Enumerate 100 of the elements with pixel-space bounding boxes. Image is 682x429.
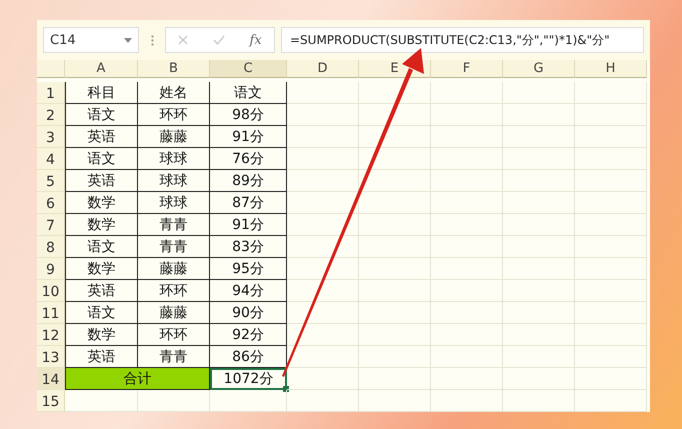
- empty-cell: [575, 192, 647, 214]
- empty-cell: [431, 346, 503, 368]
- row-header[interactable]: 12: [37, 324, 65, 346]
- table-cell: 数学: [65, 324, 138, 346]
- empty-cell: [575, 214, 647, 236]
- table-cell: 科目: [65, 82, 138, 104]
- table-cell: 环环: [138, 104, 210, 126]
- table-cell: 语文: [210, 82, 287, 104]
- empty-cell: [575, 280, 647, 302]
- table-cell: 青青: [138, 236, 210, 258]
- column-header[interactable]: G: [503, 60, 575, 78]
- column-header[interactable]: F: [431, 60, 503, 78]
- row-header[interactable]: 15: [37, 390, 65, 412]
- empty-cell: [503, 390, 575, 412]
- row-header[interactable]: 10: [37, 280, 65, 302]
- name-box[interactable]: C14: [43, 27, 139, 53]
- empty-cell: [431, 390, 503, 412]
- row-header[interactable]: 11: [37, 302, 65, 324]
- empty-cell: [575, 368, 647, 390]
- empty-cell: [431, 324, 503, 346]
- empty-cell: [359, 368, 431, 390]
- check-icon[interactable]: [212, 35, 225, 45]
- empty-cell: [287, 82, 359, 104]
- column-header[interactable]: H: [575, 60, 647, 78]
- table-cell: 青青: [138, 214, 210, 236]
- select-all-corner[interactable]: [37, 60, 65, 78]
- empty-cell: [503, 126, 575, 148]
- row-header[interactable]: 8: [37, 236, 65, 258]
- empty-cell: [431, 214, 503, 236]
- empty-cell: [287, 126, 359, 148]
- empty-cell: [503, 236, 575, 258]
- row-header[interactable]: 4: [37, 148, 65, 170]
- table-cell: 球球: [138, 170, 210, 192]
- table-cell: 球球: [138, 192, 210, 214]
- empty-cell: [575, 324, 647, 346]
- empty-cell: [431, 126, 503, 148]
- table-cell: 藤藤: [138, 302, 210, 324]
- empty-cell: [359, 346, 431, 368]
- empty-cell: [287, 390, 359, 412]
- empty-cell: [575, 346, 647, 368]
- table-cell: 89分: [210, 170, 287, 192]
- empty-cell: [287, 170, 359, 192]
- caret-icon: [124, 38, 132, 42]
- empty-cell: [431, 170, 503, 192]
- empty-cell: [359, 280, 431, 302]
- empty-cell: [359, 214, 431, 236]
- table-cell: 数学: [65, 192, 138, 214]
- cancel-icon[interactable]: [178, 35, 188, 45]
- empty-cell: [431, 280, 503, 302]
- empty-cell: [431, 82, 503, 104]
- empty-cell: [431, 236, 503, 258]
- insert-function-button[interactable]: fx: [250, 32, 262, 48]
- table-cell: 87分: [210, 192, 287, 214]
- empty-cell: [287, 104, 359, 126]
- row-header[interactable]: 6: [37, 192, 65, 214]
- table-cell: 环环: [138, 324, 210, 346]
- table-cell: 92分: [210, 324, 287, 346]
- column-header[interactable]: B: [138, 60, 210, 78]
- empty-cell: [575, 126, 647, 148]
- table-cell: 91分: [210, 126, 287, 148]
- empty-cell: [359, 258, 431, 280]
- table-cell: 98分: [210, 104, 287, 126]
- row-header[interactable]: 2: [37, 104, 65, 126]
- total-value-cell[interactable]: 1072分: [210, 368, 287, 390]
- empty-cell: [503, 280, 575, 302]
- row-header[interactable]: 14: [37, 368, 65, 390]
- column-header[interactable]: A: [65, 60, 138, 78]
- row-header[interactable]: 7: [37, 214, 65, 236]
- row-header[interactable]: 5: [37, 170, 65, 192]
- empty-cell: [575, 104, 647, 126]
- table-cell: 英语: [65, 170, 138, 192]
- empty-cell: [575, 148, 647, 170]
- table-cell: 藤藤: [138, 126, 210, 148]
- total-label-cell: 合计: [65, 368, 210, 390]
- empty-cell: [575, 258, 647, 280]
- table-cell: 语文: [65, 302, 138, 324]
- table-cell: 语文: [65, 236, 138, 258]
- formula-field[interactable]: =SUMPRODUCT(SUBSTITUTE(C2:C13,"分","")*1)&"分": [281, 27, 644, 53]
- table-cell: 藤藤: [138, 258, 210, 280]
- empty-cell: [575, 302, 647, 324]
- row-header[interactable]: 3: [37, 126, 65, 148]
- empty-cell: [287, 148, 359, 170]
- empty-cell: [287, 368, 359, 390]
- more-icon[interactable]: [150, 34, 154, 46]
- column-header[interactable]: D: [287, 60, 359, 78]
- column-header[interactable]: C: [210, 60, 287, 78]
- table-cell: 环环: [138, 280, 210, 302]
- table-cell: 英语: [65, 126, 138, 148]
- empty-cell: [431, 148, 503, 170]
- empty-cell: [503, 258, 575, 280]
- row-header[interactable]: 13: [37, 346, 65, 368]
- table-cell: 姓名: [138, 82, 210, 104]
- row-header[interactable]: 9: [37, 258, 65, 280]
- empty-cell: [503, 148, 575, 170]
- row-header[interactable]: 1: [37, 82, 65, 104]
- empty-cell: [503, 214, 575, 236]
- empty-cell: [359, 302, 431, 324]
- table-cell: 数学: [65, 258, 138, 280]
- empty-cell: [575, 82, 647, 104]
- empty-cell: [431, 258, 503, 280]
